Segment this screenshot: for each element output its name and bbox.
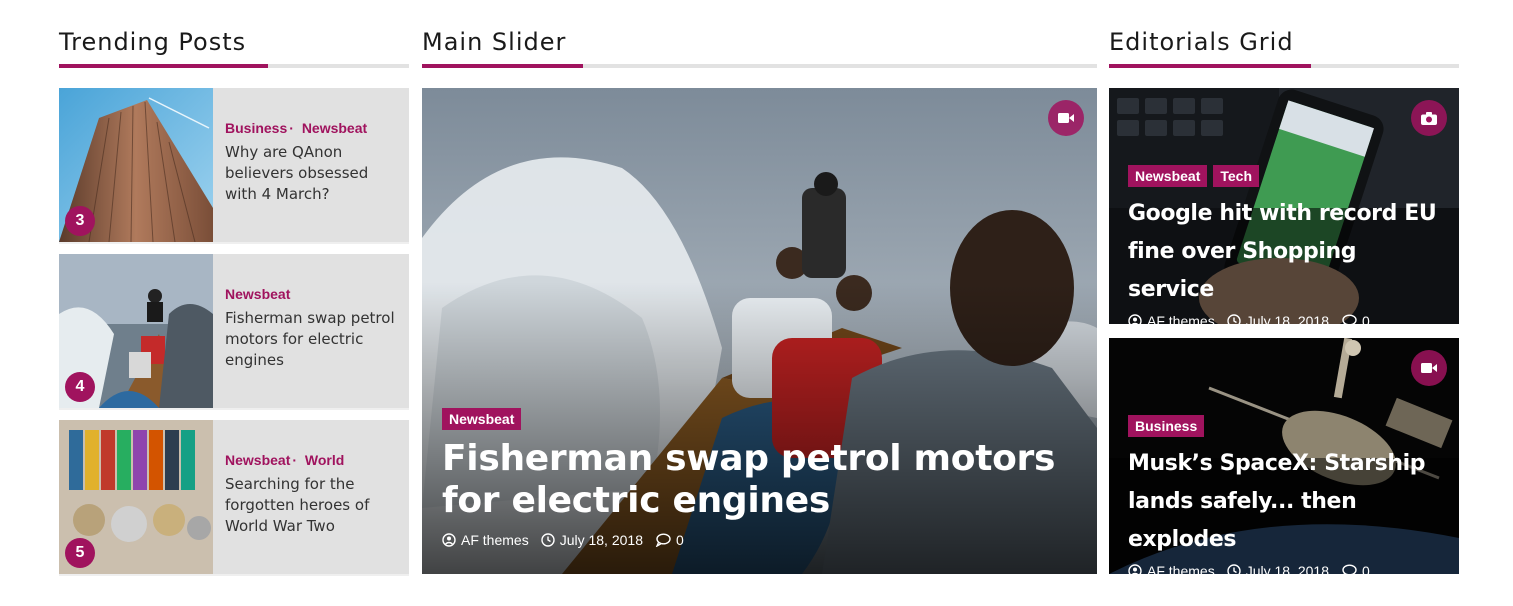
clock-icon (1227, 564, 1241, 574)
trending-posts-section: Trending Posts 3 Business · Newsbeat Why… (59, 0, 409, 574)
comments-meta[interactable]: 0 (1341, 563, 1370, 574)
slide-caption: Newsbeat Fisherman swap petrol motors fo… (442, 408, 1077, 548)
card-caption: Newsbeat Tech Google hit with record EU f… (1128, 165, 1445, 324)
comment-icon (1342, 564, 1357, 574)
trending-text: Newsbeat Fisherman swap petrol motors fo… (225, 284, 397, 371)
rank-badge: 3 (65, 206, 95, 236)
post-title-link[interactable]: Fisherman swap petrol motors for electri… (225, 308, 397, 371)
slide-title-link[interactable]: Fisherman swap petrol motors for electri… (442, 438, 1077, 522)
clock-icon (1227, 314, 1241, 324)
author-name[interactable]: AF themes (461, 532, 529, 548)
category-tag[interactable]: Business (1128, 415, 1205, 437)
trending-header: Trending Posts (59, 0, 409, 68)
section-title: Editorials Grid (1109, 28, 1294, 56)
editorial-card[interactable]: Newsbeat Tech Google hit with record EU f… (1109, 88, 1459, 324)
category-link[interactable]: Newsbeat (225, 452, 290, 468)
section-accent-bar (1109, 64, 1311, 68)
post-meta: AF themes July 18, 2018 0 (442, 532, 1077, 548)
trending-item[interactable]: 4 Newsbeat Fisherman swap petrol motors … (59, 254, 409, 408)
author-name[interactable]: AF themes (1147, 563, 1215, 574)
author-name[interactable]: AF themes (1147, 313, 1215, 324)
section-accent-bar (59, 64, 268, 68)
comments-meta[interactable]: 0 (655, 532, 684, 548)
post-date: July 18, 2018 (559, 532, 643, 548)
user-icon (442, 533, 456, 547)
category-tag[interactable]: Tech (1213, 165, 1259, 187)
main-slider-header: Main Slider (422, 0, 1097, 68)
section-title: Trending Posts (59, 28, 247, 56)
post-date: July 18, 2018 (1245, 563, 1329, 574)
comment-icon (655, 533, 671, 547)
trending-text: Newsbeat · World Searching for the forgot… (225, 450, 397, 537)
user-icon (1128, 564, 1142, 574)
rank-badge: 4 (65, 372, 95, 402)
comment-count[interactable]: 0 (1362, 563, 1370, 574)
video-camera-icon (1411, 350, 1447, 386)
main-slider-section: Main Slider Newsbeat Fisherman swap petr… (422, 0, 1097, 574)
editorials-grid-section: Editorials Grid Newsbeat Tech Google hit … (1109, 0, 1459, 574)
post-title-link[interactable]: Searching for the forgotten heroes of Wo… (225, 474, 397, 537)
post-thumbnail[interactable]: 5 (59, 420, 213, 574)
video-camera-icon (1048, 100, 1084, 136)
editorials-header: Editorials Grid (1109, 0, 1459, 68)
author-meta[interactable]: AF themes (1128, 313, 1215, 324)
camera-icon (1411, 100, 1447, 136)
category-tag[interactable]: Newsbeat (442, 408, 522, 430)
section-title: Main Slider (422, 28, 567, 56)
editorial-card[interactable]: Business Musk’s SpaceX: Starship lands s… (1109, 338, 1459, 574)
post-meta: AF themes July 18, 2018 0 (1128, 563, 1445, 574)
trending-item[interactable]: 5 Newsbeat · World Searching for the forg… (59, 420, 409, 574)
card-title-link[interactable]: Google hit with record EU fine over Shop… (1128, 195, 1445, 309)
category-list: Newsbeat (225, 284, 397, 304)
date-meta: July 18, 2018 (1227, 313, 1329, 324)
clock-icon (541, 533, 555, 547)
post-date: July 18, 2018 (1245, 313, 1329, 324)
comments-meta[interactable]: 0 (1341, 313, 1370, 324)
post-thumbnail[interactable]: 3 (59, 88, 213, 242)
category-list: Business · Newsbeat (225, 118, 397, 138)
author-meta[interactable]: AF themes (1128, 563, 1215, 574)
category-list: Newsbeat · World (225, 450, 397, 470)
post-meta: AF themes July 18, 2018 0 (1128, 313, 1445, 324)
comment-count[interactable]: 0 (1362, 313, 1370, 324)
card-title-link[interactable]: Musk’s SpaceX: Starship lands safely... … (1128, 445, 1445, 559)
comment-icon (1342, 314, 1357, 324)
date-meta: July 18, 2018 (1227, 563, 1329, 574)
category-link[interactable]: Newsbeat (225, 286, 290, 302)
section-accent-bar (422, 64, 583, 68)
post-title-link[interactable]: Why are QAnon believers obsessed with 4 … (225, 142, 397, 205)
category-link[interactable]: Business (225, 120, 287, 136)
category-separator: · (289, 120, 294, 136)
card-caption: Business Musk’s SpaceX: Starship lands s… (1128, 415, 1445, 574)
date-meta: July 18, 2018 (541, 532, 643, 548)
category-link[interactable]: Newsbeat (302, 120, 367, 136)
comment-count[interactable]: 0 (676, 532, 684, 548)
trending-item[interactable]: 3 Business · Newsbeat Why are QAnon belie… (59, 88, 409, 242)
trending-text: Business · Newsbeat Why are QAnon believe… (225, 118, 397, 205)
post-thumbnail[interactable]: 4 (59, 254, 213, 408)
user-icon (1128, 314, 1142, 324)
main-slide[interactable]: Newsbeat Fisherman swap petrol motors fo… (422, 88, 1097, 574)
rank-badge: 5 (65, 538, 95, 568)
category-link[interactable]: World (305, 452, 344, 468)
category-tag[interactable]: Newsbeat (1128, 165, 1208, 187)
author-meta[interactable]: AF themes (442, 532, 529, 548)
category-separator: · (292, 452, 298, 468)
